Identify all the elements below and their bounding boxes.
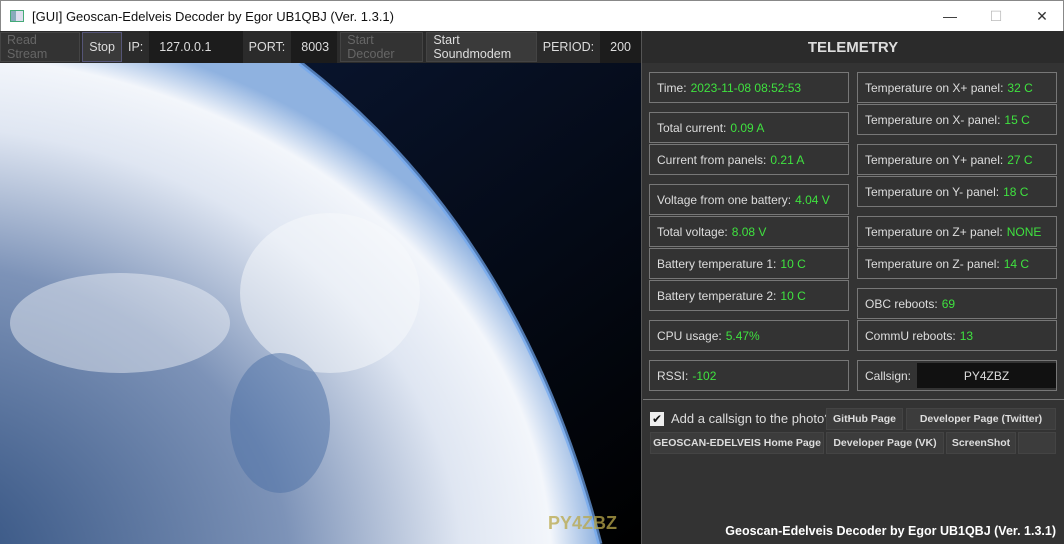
telemetry-field: Temperature on Z- panel: 14 C (857, 248, 1057, 279)
telemetry-field: Voltage from one battery: 4.04 V (649, 184, 849, 215)
field-value: 27 C (1007, 152, 1033, 167)
period-input[interactable]: 200 (600, 31, 641, 63)
ip-input[interactable]: 127.0.0.1 (149, 31, 243, 63)
field-label: OBC reboots: (865, 296, 938, 311)
screenshot-button[interactable]: ScreenShot (946, 432, 1016, 454)
period-label: PERIOD: (542, 40, 595, 54)
callsign-field: Callsign: PY4ZBZ (857, 360, 1057, 391)
field-label: RSSI: (657, 368, 689, 383)
telemetry-field: Current from panels: 0.21 A (649, 144, 849, 175)
ip-label: IP: (127, 40, 144, 54)
field-label: Temperature on Y- panel: (865, 184, 1000, 199)
field-label: CPU usage: (657, 328, 722, 343)
field-value: 0.09 A (730, 120, 765, 135)
checkmark-icon: ✔ (650, 411, 664, 426)
developer-twitter-button[interactable]: Developer Page (Twitter) (906, 408, 1056, 430)
telemetry-field: Battery temperature 2: 10 C (649, 280, 849, 311)
maximize-button[interactable]: ☐ (973, 1, 1019, 31)
field-value: 15 C (1004, 112, 1030, 127)
divider (643, 399, 1064, 400)
field-value: NONE (1006, 224, 1042, 239)
telemetry-field: Temperature on X+ panel: 32 C (857, 72, 1057, 103)
telemetry-title: TELEMETRY (642, 31, 1064, 63)
field-label: Temperature on X+ panel: (865, 80, 1004, 95)
telemetry-field: Temperature on Y- panel: 18 C (857, 176, 1057, 207)
read-stream-button[interactable]: Read Stream (0, 32, 81, 62)
field-label: Battery temperature 1: (657, 256, 777, 271)
field-value: 69 (941, 296, 956, 311)
footer-credit: Geoscan-Edelveis Decoder by Egor UB1QBJ … (725, 524, 1056, 538)
minimize-button[interactable]: — (927, 1, 973, 31)
field-value: 5.47% (725, 328, 760, 343)
port-label: PORT: (248, 40, 286, 54)
telemetry-field: RSSI: -102 (649, 360, 849, 391)
callsign-label: Callsign: (865, 368, 912, 383)
telemetry-field: Battery temperature 1: 10 C (649, 248, 849, 279)
telemetry-field: Time: 2023-11-08 08:52:53 (649, 72, 849, 103)
telemetry-field: CPU usage: 5.47% (649, 320, 849, 351)
field-label: Battery temperature 2: (657, 288, 777, 303)
field-label: Voltage from one battery: (657, 192, 792, 207)
field-value: -102 (692, 368, 717, 383)
field-label: CommU reboots: (865, 328, 956, 343)
field-value: 2023-11-08 08:52:53 (690, 80, 802, 95)
developer-vk-button[interactable]: Developer Page (VK) (826, 432, 944, 454)
telemetry-field: Temperature on Z+ panel: NONE (857, 216, 1057, 247)
telemetry-field: CommU reboots: 13 (857, 320, 1057, 351)
field-value: 13 (959, 328, 974, 343)
callsign-watermark: PY4ZBZ (548, 513, 618, 533)
field-label: Time: (657, 80, 687, 95)
field-label: Current from panels: (657, 152, 767, 167)
field-label: Total voltage: (657, 224, 728, 239)
field-label: Temperature on X- panel: (865, 112, 1001, 127)
field-label: Total current: (657, 120, 727, 135)
window-title: [GUI] Geoscan-Edelveis Decoder by Egor U… (32, 8, 394, 24)
satellite-photo: PY4ZBZ (0, 63, 641, 544)
add-callsign-label: Add a callsign to the photo? (671, 411, 832, 426)
field-label: Temperature on Z+ panel: (865, 224, 1003, 239)
port-input[interactable]: 8003 (291, 31, 338, 63)
field-value: 4.04 V (795, 192, 830, 207)
callsign-input[interactable]: PY4ZBZ (917, 363, 1056, 388)
empty-button[interactable] (1018, 432, 1056, 454)
app-icon (10, 10, 24, 22)
telemetry-field: Total current: 0.09 A (649, 112, 849, 143)
field-value: 0.21 A (770, 152, 805, 167)
earth-image (0, 63, 641, 544)
home-page-button[interactable]: GEOSCAN-EDELVEIS Home Page (650, 432, 824, 454)
telemetry-field: Temperature on X- panel: 15 C (857, 104, 1057, 135)
add-callsign-checkbox[interactable]: ✔ Add a callsign to the photo? (650, 411, 831, 426)
toolbar: Read Stream Stop IP: 127.0.0.1 PORT: 800… (0, 31, 641, 63)
field-value: 18 C (1003, 184, 1029, 199)
field-value: 10 C (780, 288, 806, 303)
stop-button[interactable]: Stop (82, 32, 122, 62)
field-value: 10 C (780, 256, 806, 271)
telemetry-field: Temperature on Y+ panel: 27 C (857, 144, 1057, 175)
field-value: 8.08 V (731, 224, 767, 239)
start-decoder-button[interactable]: Start Decoder (340, 32, 424, 62)
github-page-button[interactable]: GitHub Page (826, 408, 903, 430)
telemetry-field: Total voltage: 8.08 V (649, 216, 849, 247)
start-soundmodem-button[interactable]: Start Soundmodem (426, 32, 537, 62)
title-bar: [GUI] Geoscan-Edelveis Decoder by Egor U… (0, 0, 1064, 31)
field-value: 14 C (1003, 256, 1030, 271)
telemetry-field: OBC reboots: 69 (857, 288, 1057, 319)
field-label: Temperature on Y+ panel: (865, 152, 1004, 167)
field-value: 32 C (1007, 80, 1033, 95)
field-label: Temperature on Z- panel: (865, 256, 1000, 271)
close-button[interactable]: ✕ (1019, 1, 1064, 31)
